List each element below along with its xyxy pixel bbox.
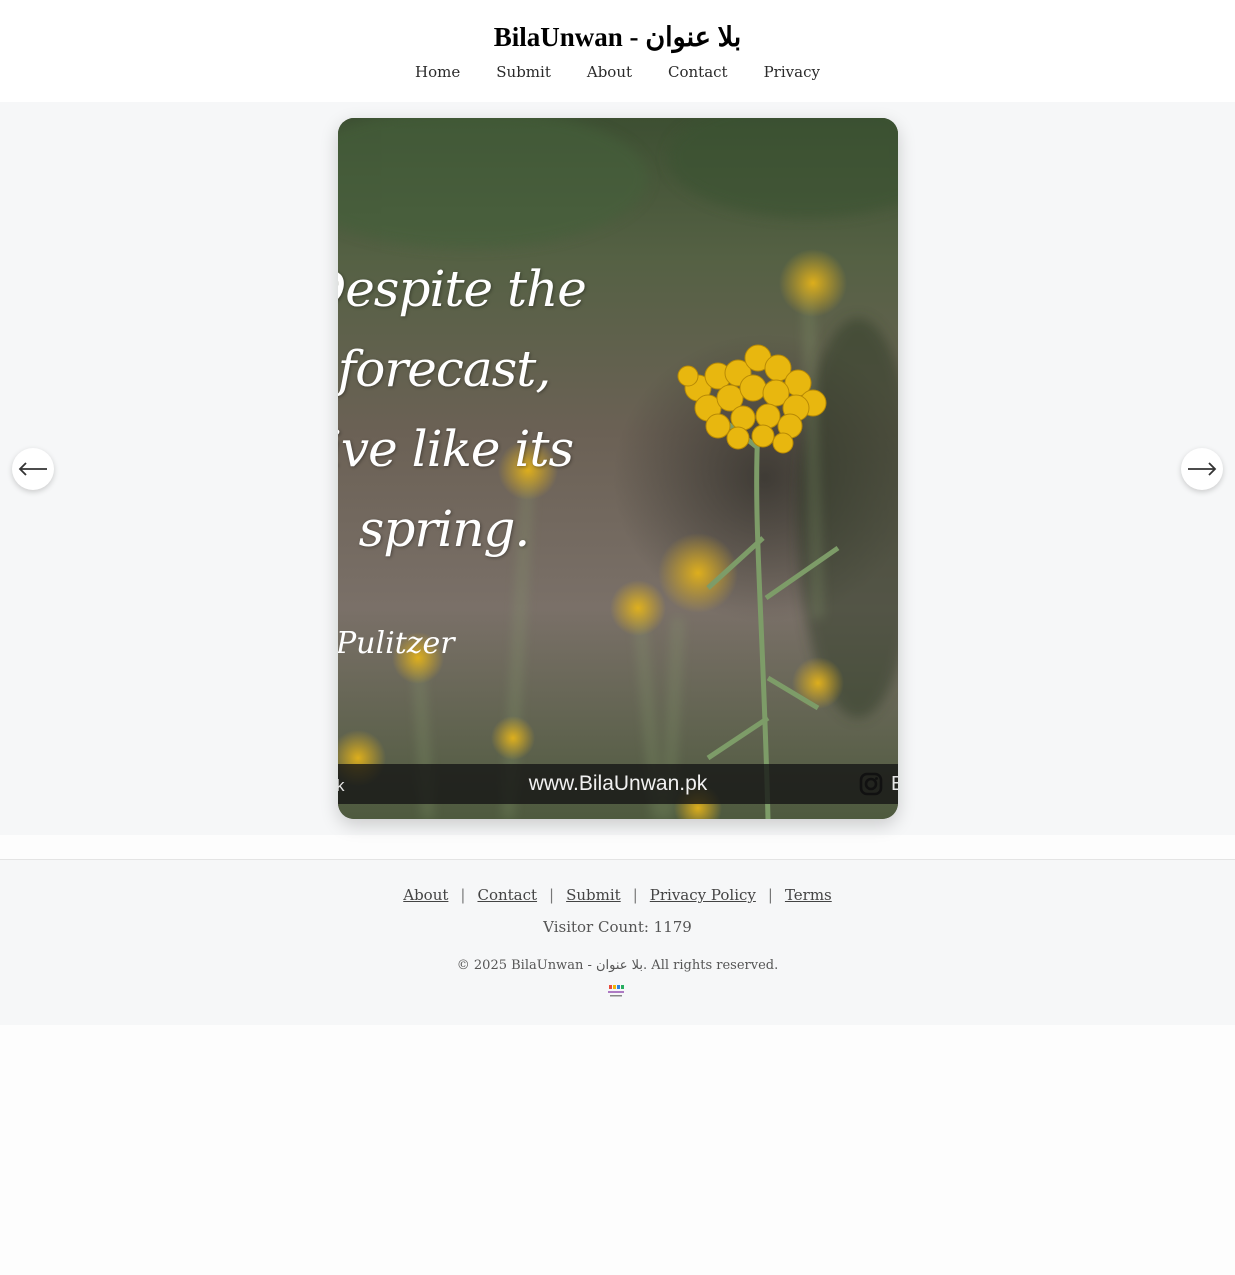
footer-separator: | <box>767 886 773 904</box>
copyright-text: © 2025 BilaUnwan - بلا عنوان. All rights… <box>456 958 779 973</box>
footer-link-contact[interactable]: Contact <box>477 886 537 904</box>
watermark-right-text: B <box>891 773 898 795</box>
footer-link-privacy-policy[interactable]: Privacy Policy <box>650 886 756 904</box>
footer-logo <box>608 985 624 997</box>
site-footer: About | Contact | Submit | Privacy Policy | Term… <box>0 859 1235 1025</box>
footer-separator: | <box>549 886 555 904</box>
nav-contact[interactable]: Contact <box>668 63 728 81</box>
quote-line: live like its <box>338 420 574 478</box>
site-title[interactable]: BilaUnwan - بلا عنوان <box>0 22 1235 53</box>
slider-next-button[interactable] <box>1181 448 1223 490</box>
arrow-left-icon <box>18 462 47 476</box>
main-nav: Home Submit About Contact Privacy <box>0 63 1235 81</box>
quote-line: forecast, <box>338 340 551 398</box>
site-header: BilaUnwan - بلا عنوان Home Submit About … <box>0 0 1235 102</box>
visitor-count: Visitor Count: 1179 <box>543 918 692 936</box>
footer-link-terms[interactable]: Terms <box>785 886 832 904</box>
quote-slider: Despite the forecast, live like its spri… <box>0 102 1235 835</box>
instagram-icon <box>859 772 883 796</box>
slider-prev-button[interactable] <box>12 448 54 490</box>
nav-submit[interactable]: Submit <box>496 63 551 81</box>
quote-line: Despite the <box>338 260 587 318</box>
footer-separator: | <box>460 886 466 904</box>
nav-home[interactable]: Home <box>415 63 460 81</box>
quote-line: spring. <box>358 500 531 558</box>
footer-separator: | <box>632 886 638 904</box>
footer-links: About | Contact | Submit | Privacy Policy | Term… <box>0 886 1235 904</box>
nav-privacy[interactable]: Privacy <box>764 63 820 81</box>
quote-author: Pulitzer <box>338 626 455 661</box>
quote-slide-image: Despite the forecast, live like its spri… <box>338 118 898 819</box>
footer-link-about[interactable]: About <box>403 886 448 904</box>
watermark-bar: k www.BilaUnwan.pk B <box>338 764 898 804</box>
watermark-url: www.BilaUnwan.pk <box>528 772 708 795</box>
arrow-right-icon <box>1188 462 1217 476</box>
footer-link-submit[interactable]: Submit <box>566 886 621 904</box>
nav-about[interactable]: About <box>587 63 632 81</box>
